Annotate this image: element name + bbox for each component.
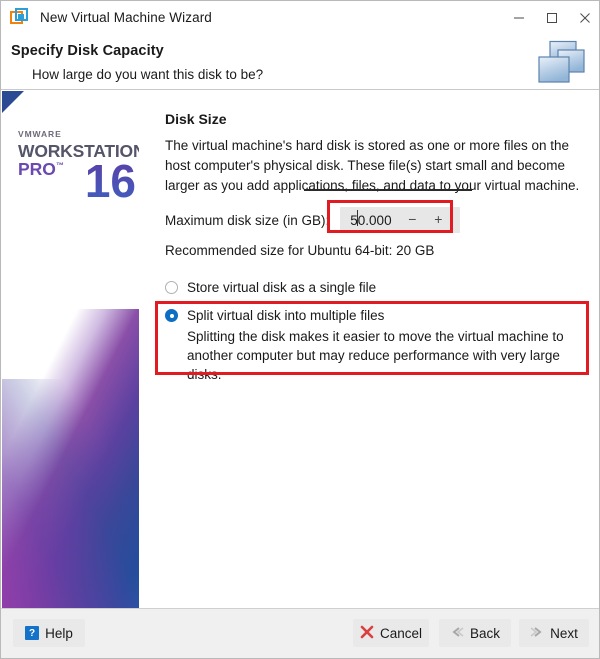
max-disk-size-input[interactable]: 50.000 — [350, 209, 392, 228]
page-subtitle: How large do you want this disk to be? — [32, 67, 264, 82]
page-title: Specify Disk Capacity — [11, 43, 164, 59]
sidebar-gradient-overlay — [2, 379, 139, 609]
wizard-header: Specify Disk Capacity How large do you w… — [1, 34, 599, 90]
stacked-disks-icon — [533, 40, 589, 85]
recommended-size-text: Recommended size for Ubuntu 64-bit: 20 G… — [165, 243, 435, 258]
cancel-button[interactable]: Cancel — [353, 619, 429, 647]
sidebar-corner-triangle — [2, 91, 24, 113]
title-bar: New Virtual Machine Wizard — [1, 1, 599, 34]
window-controls — [502, 1, 599, 34]
radio-selected-icon[interactable] — [165, 309, 178, 322]
spinner-decrement-button[interactable]: − — [402, 211, 422, 227]
question-mark-icon: ? — [25, 626, 40, 640]
split-option-description: Splitting the disk makes it easier to mo… — [187, 329, 564, 382]
help-button[interactable]: ? Help — [13, 619, 85, 647]
close-icon[interactable] — [568, 1, 599, 34]
main-content: Disk Size The virtual machine's hard dis… — [139, 91, 599, 609]
brand-edition-text: PRO — [18, 159, 56, 180]
wizard-footer: ? Help Cancel Back Next — [1, 608, 599, 658]
spinner-increment-button[interactable]: + — [428, 211, 448, 227]
window-title: New Virtual Machine Wizard — [40, 10, 212, 25]
chevron-right-icon — [530, 626, 544, 641]
next-button-label: Next — [550, 625, 578, 641]
radio-unselected-icon[interactable] — [165, 281, 178, 294]
brand-trademark: ™ — [55, 161, 64, 171]
new-virtual-machine-wizard-window: New Virtual Machine Wizard Specify Disk … — [0, 0, 600, 659]
radio-store-single-file[interactable]: Store virtual disk as a single file — [165, 278, 376, 297]
max-disk-size-row: Maximum disk size (in GB): 50.000 − + — [165, 207, 461, 233]
back-button[interactable]: Back — [439, 619, 511, 647]
minimize-icon[interactable] — [502, 1, 535, 34]
annotation-strikethrough — [304, 189, 472, 191]
vmware-logo-icon — [10, 7, 30, 28]
help-button-label: Help — [45, 625, 73, 641]
section-heading-disk-size: Disk Size — [165, 111, 227, 127]
radio-split-multiple-files[interactable]: Split virtual disk into multiple files — [165, 306, 384, 325]
cancel-button-label: Cancel — [379, 625, 423, 641]
vmware-branding: VMWARE WORKSTATION PRO™ 16 — [18, 129, 139, 204]
radio-split-files-label: Split virtual disk into multiple files — [187, 308, 385, 323]
back-button-label: Back — [469, 625, 500, 641]
maximize-icon[interactable] — [535, 1, 568, 34]
brand-version: 16 — [84, 155, 136, 207]
red-x-icon — [360, 625, 374, 642]
wizard-sidebar-banner: VMWARE WORKSTATION PRO™ 16 — [2, 91, 139, 609]
next-button[interactable]: Next — [519, 619, 589, 647]
chevron-left-icon — [450, 626, 464, 641]
radio-single-file-label: Store virtual disk as a single file — [187, 280, 377, 295]
brand-vendor: VMWARE — [18, 129, 62, 139]
max-disk-size-spinner[interactable]: 50.000 − + — [340, 207, 461, 233]
max-disk-size-label: Maximum disk size (in GB): — [165, 212, 330, 228]
text-caret — [357, 209, 359, 226]
disk-description-text: The virtual machine's hard disk is store… — [165, 138, 580, 193]
